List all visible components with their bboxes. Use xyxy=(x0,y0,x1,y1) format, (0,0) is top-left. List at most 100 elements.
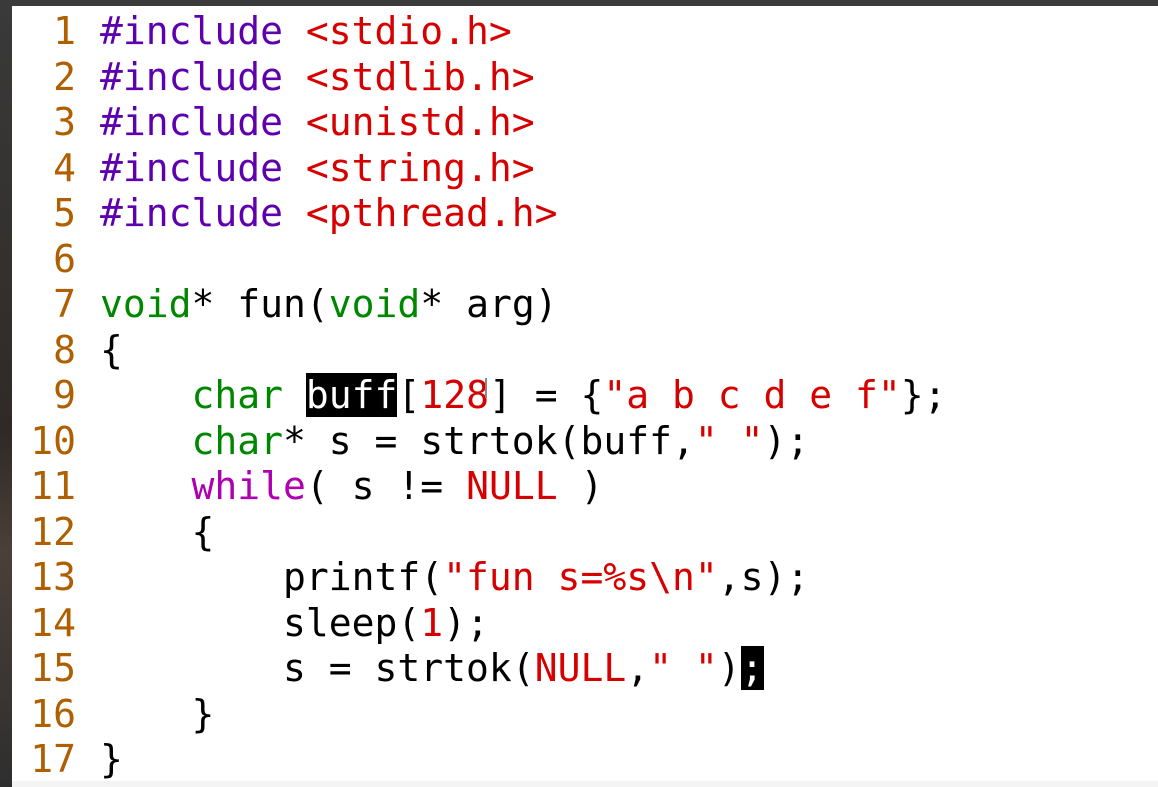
code-token: " " xyxy=(694,418,764,463)
code-token: s = strtok( xyxy=(100,646,535,690)
line-number: 7 xyxy=(53,282,76,326)
code-token: "a b c d e f" xyxy=(603,373,901,417)
line-number: 12 xyxy=(30,509,76,554)
code-buffer[interactable]: 1 #include <stdio.h> 2 #include <stdlib.h> 3… xyxy=(12,9,947,783)
code-token: char xyxy=(191,418,284,463)
code-token: [ xyxy=(397,373,421,417)
code-token: ); xyxy=(763,418,810,463)
code-token: ] = { xyxy=(488,373,604,417)
code-token: sleep( xyxy=(100,600,421,645)
line-number: 1 xyxy=(53,9,76,53)
line-text[interactable]: printf("fun s=%s\n",s); xyxy=(100,555,809,601)
line-number: 17 xyxy=(30,737,76,781)
line-number: 9 xyxy=(53,373,76,417)
code-token: } xyxy=(100,691,215,736)
editor-bottom-edge xyxy=(12,781,1158,787)
code-token: #include xyxy=(100,54,306,99)
code-token: } xyxy=(100,737,123,781)
search-highlight: buff xyxy=(305,373,398,417)
line-text[interactable]: char* s = strtok(buff," "); xyxy=(100,418,810,465)
code-token: NULL xyxy=(534,646,627,690)
line-text[interactable]: #include <pthread.h> xyxy=(100,191,558,237)
line-text[interactable]: #include <stdio.h> xyxy=(100,9,512,55)
code-token: <stdio.h> xyxy=(305,9,512,53)
code-token: ) xyxy=(557,464,604,508)
code-token: ( s != xyxy=(305,464,467,508)
code-token: void xyxy=(100,282,192,326)
code-line[interactable]: 5 #include <pthread.h> xyxy=(12,191,947,237)
code-token: "fun s=%s\n" xyxy=(443,555,718,599)
line-text[interactable]: while( s != NULL ) xyxy=(100,464,604,510)
line-text[interactable]: sleep(1); xyxy=(100,601,489,647)
code-line[interactable]: 17} xyxy=(12,737,947,783)
line-text[interactable]: } xyxy=(100,691,215,738)
line-number: 13 xyxy=(30,555,76,599)
code-token: }; xyxy=(900,373,947,417)
line-number: 3 xyxy=(53,100,76,144)
code-token: <unistd.h> xyxy=(305,100,535,144)
line-number: 16 xyxy=(30,691,76,736)
line-text[interactable]: #include <string.h> xyxy=(100,146,535,192)
line-text[interactable]: #include <stdlib.h> xyxy=(100,55,535,101)
code-line[interactable]: 11 while( s != NULL ) xyxy=(12,464,947,510)
code-token: #include xyxy=(100,100,306,144)
code-line[interactable]: 16 } xyxy=(12,692,947,738)
code-line[interactable]: 10 char* s = strtok(buff," "); xyxy=(12,419,947,465)
code-token: <string.h> xyxy=(305,145,535,190)
code-token: { xyxy=(100,327,123,372)
code-token: #include xyxy=(100,145,306,190)
code-line[interactable]: 3 #include <unistd.h> xyxy=(12,100,947,146)
code-line[interactable]: 6 xyxy=(12,237,947,283)
line-text[interactable]: s = strtok(NULL," "); xyxy=(100,646,764,692)
code-line[interactable]: 12 { xyxy=(12,510,947,556)
code-token: ); xyxy=(443,600,489,645)
line-number: 6 xyxy=(53,236,76,281)
code-token: char xyxy=(191,373,284,417)
code-token: * arg) xyxy=(420,282,558,326)
line-number: 14 xyxy=(30,600,76,645)
line-text[interactable]: char buff[128] = {"a b c d e f"}; xyxy=(100,373,947,419)
code-token: void xyxy=(328,282,421,326)
code-token: ) xyxy=(717,646,741,690)
line-number: 10 xyxy=(30,418,76,463)
code-token: { xyxy=(100,509,215,554)
line-number: 11 xyxy=(30,464,76,508)
line-number: 8 xyxy=(53,327,76,372)
line-number: 4 xyxy=(53,145,76,190)
text-cursor: ; xyxy=(740,646,764,690)
code-token: #include xyxy=(100,9,306,53)
line-number: 2 xyxy=(53,54,76,99)
line-number: 5 xyxy=(53,191,76,235)
line-text[interactable]: { xyxy=(100,509,215,556)
code-token: #include xyxy=(100,191,306,235)
code-line[interactable]: 8{ xyxy=(12,328,947,374)
line-text[interactable]: void* fun(void* arg) xyxy=(100,282,558,328)
code-token: printf( xyxy=(100,555,444,599)
code-line[interactable]: 14 sleep(1); xyxy=(12,601,947,647)
line-text[interactable]: #include <unistd.h> xyxy=(100,100,535,146)
code-token: NULL xyxy=(466,464,558,508)
code-line[interactable]: 13 printf("fun s=%s\n",s); xyxy=(12,555,947,601)
code-token: " " xyxy=(649,646,718,690)
desktop-left-edge xyxy=(0,0,12,787)
code-token: <stdlib.h> xyxy=(305,54,535,99)
code-token: <pthread.h> xyxy=(305,191,558,235)
line-number: 15 xyxy=(30,646,76,690)
line-text[interactable]: { xyxy=(100,328,123,374)
vim-editor-window[interactable]: 1 #include <stdio.h> 2 #include <stdlib.h> 3… xyxy=(12,6,1158,787)
code-token: , xyxy=(626,646,650,690)
code-token: ,s); xyxy=(717,555,810,599)
code-token: 128 xyxy=(420,373,489,417)
code-line[interactable]: 1 #include <stdio.h> xyxy=(12,9,947,55)
line-text[interactable]: } xyxy=(100,737,123,783)
code-token: 1 xyxy=(420,600,444,645)
code-line[interactable]: 9 char buff[128] = {"a b c d e f"}; xyxy=(12,373,947,419)
code-line[interactable]: 15 s = strtok(NULL," "); xyxy=(12,646,947,692)
code-line[interactable]: 2 #include <stdlib.h> xyxy=(12,55,947,101)
code-line[interactable]: 4 #include <string.h> xyxy=(12,146,947,192)
code-line[interactable]: 7 void* fun(void* arg) xyxy=(12,282,947,328)
